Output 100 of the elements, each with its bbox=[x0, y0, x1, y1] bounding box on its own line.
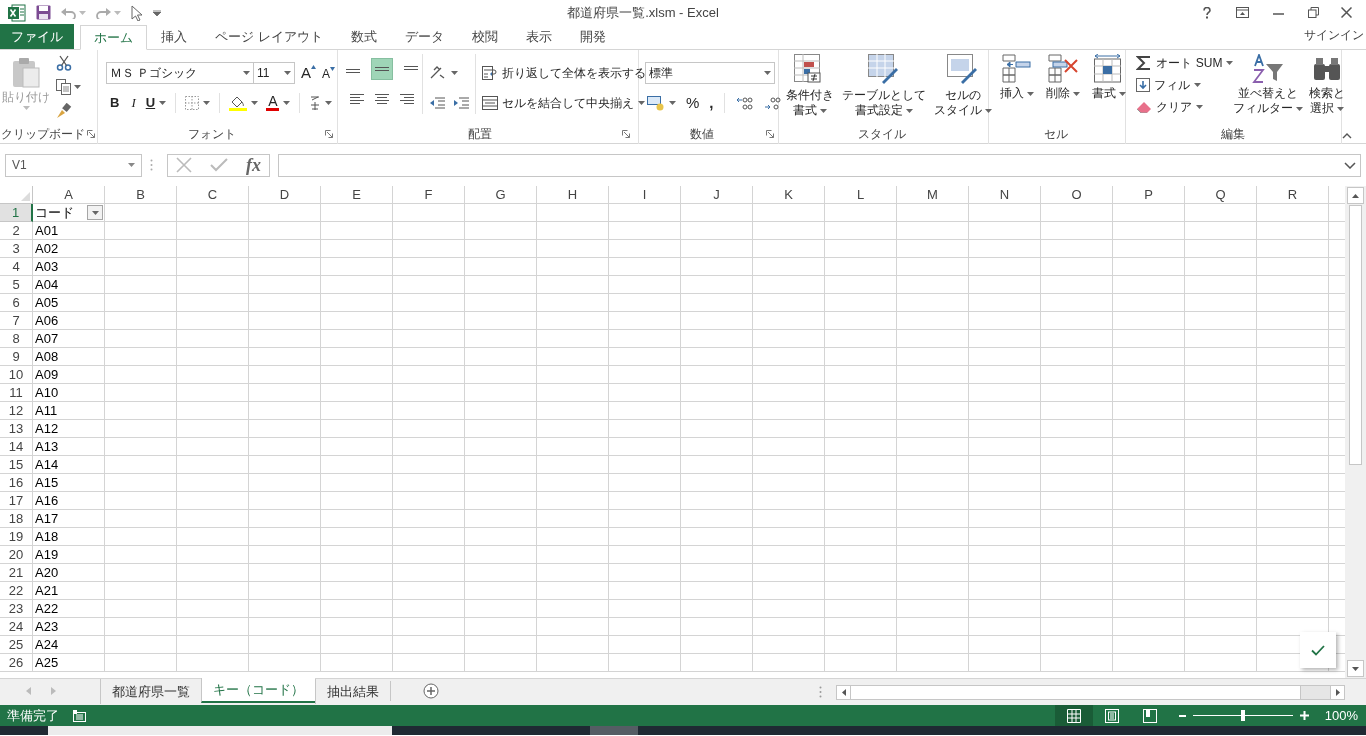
scroll-up-button[interactable] bbox=[1347, 187, 1364, 204]
sign-in-link[interactable]: サインイン bbox=[1304, 25, 1366, 44]
shrink-font-button[interactable]: A bbox=[322, 67, 336, 81]
taskbar-button[interactable] bbox=[590, 726, 638, 735]
column-header[interactable]: E bbox=[321, 186, 393, 204]
row-header[interactable]: 21 bbox=[0, 564, 33, 582]
font-size-field[interactable]: 11 bbox=[253, 62, 295, 84]
scroll-left-button[interactable] bbox=[837, 686, 851, 699]
customize-button[interactable] bbox=[153, 9, 161, 16]
row-header[interactable]: 23 bbox=[0, 600, 33, 618]
bold-button[interactable]: B bbox=[106, 93, 124, 113]
percent-button[interactable]: % bbox=[683, 92, 702, 115]
next-sheet-button[interactable] bbox=[51, 687, 56, 695]
zoom-in-button[interactable] bbox=[1297, 708, 1311, 723]
row-header[interactable]: 12 bbox=[0, 402, 33, 420]
previous-sheet-button[interactable] bbox=[26, 687, 31, 695]
row-header[interactable]: 17 bbox=[0, 492, 33, 510]
undo-button[interactable] bbox=[61, 6, 86, 19]
find-select-button[interactable]: 検索と 選択 bbox=[1306, 50, 1349, 116]
enter-button[interactable] bbox=[210, 158, 228, 172]
row-header[interactable]: 9 bbox=[0, 348, 33, 366]
italic-button[interactable]: I bbox=[127, 93, 140, 113]
column-header[interactable]: I bbox=[609, 186, 681, 204]
quick-analysis-toast[interactable] bbox=[1300, 632, 1336, 668]
cells-button[interactable]: 削除 bbox=[1042, 50, 1083, 101]
number-format-field[interactable]: 標準 bbox=[644, 62, 775, 84]
column-header[interactable]: B bbox=[105, 186, 177, 204]
style-button[interactable]: 条件付き 書式 bbox=[782, 50, 837, 118]
row-header[interactable]: 20 bbox=[0, 546, 33, 564]
column-header[interactable]: J bbox=[681, 186, 753, 204]
style-button[interactable]: テーブルとして 書式設定 bbox=[838, 50, 929, 118]
row-header[interactable]: 26 bbox=[0, 654, 33, 672]
ribbon-tab[interactable]: 数式 bbox=[336, 24, 391, 49]
row-header[interactable]: 19 bbox=[0, 528, 33, 546]
ribbon-tab[interactable]: 挿入 bbox=[147, 24, 201, 49]
column-header[interactable]: L bbox=[825, 186, 897, 204]
redo-button[interactable] bbox=[96, 6, 121, 19]
row-header[interactable]: 10 bbox=[0, 366, 33, 384]
cells-button[interactable]: 書式 bbox=[1088, 50, 1129, 101]
cancel-button[interactable] bbox=[176, 157, 192, 173]
cells-button[interactable]: 挿入 bbox=[996, 50, 1037, 101]
column-header[interactable]: M bbox=[897, 186, 969, 204]
vertical-scrollbar[interactable] bbox=[1345, 186, 1366, 678]
row-header[interactable]: 18 bbox=[0, 510, 33, 528]
slider-thumb[interactable] bbox=[1240, 710, 1245, 721]
scroll-right-button[interactable] bbox=[1330, 686, 1344, 699]
row-header[interactable]: 16 bbox=[0, 474, 33, 492]
row-header[interactable]: 5 bbox=[0, 276, 33, 294]
row-header[interactable]: 8 bbox=[0, 330, 33, 348]
scrollbar-thumb[interactable] bbox=[1349, 205, 1362, 465]
row-header[interactable]: 24 bbox=[0, 618, 33, 636]
row-header[interactable]: 14 bbox=[0, 438, 33, 456]
insert-function-button[interactable]: fx bbox=[246, 155, 261, 175]
scroll-down-button[interactable] bbox=[1347, 660, 1364, 677]
new-sheet-button[interactable] bbox=[423, 683, 439, 699]
formula-field[interactable] bbox=[278, 153, 1361, 177]
row-header[interactable]: 13 bbox=[0, 420, 33, 438]
taskbar-window[interactable] bbox=[48, 726, 392, 735]
style-button[interactable]: セルの スタイル bbox=[930, 50, 995, 118]
ribbon-tab[interactable]: 開発 bbox=[565, 24, 620, 49]
autosum-button[interactable]: オート SUM bbox=[1134, 52, 1231, 74]
pointer-button[interactable] bbox=[131, 4, 143, 21]
column-header[interactable]: A bbox=[33, 186, 105, 204]
row-header[interactable]: 4 bbox=[0, 258, 33, 276]
column-header[interactable]: C bbox=[177, 186, 249, 204]
copy-button[interactable] bbox=[54, 76, 83, 98]
font-name-field[interactable]: ＭＳ Ｐゴシック bbox=[106, 62, 254, 84]
row-header[interactable]: 7 bbox=[0, 312, 33, 330]
file-tab[interactable]: ファイル bbox=[0, 24, 74, 49]
collapse-ribbon-button[interactable] bbox=[1342, 133, 1352, 139]
column-header[interactable]: K bbox=[753, 186, 825, 204]
column-header[interactable]: O bbox=[1041, 186, 1113, 204]
column-header[interactable]: D bbox=[249, 186, 321, 204]
row-header[interactable]: 3 bbox=[0, 240, 33, 258]
row-header[interactable]: 15 bbox=[0, 456, 33, 474]
ribbon-tab[interactable]: ページ レイアウト bbox=[201, 24, 337, 49]
column-header[interactable]: G bbox=[465, 186, 537, 204]
sheet-tab[interactable]: キー（コード） bbox=[201, 678, 315, 703]
column-header[interactable]: F bbox=[393, 186, 465, 204]
filter-dropdown-button[interactable] bbox=[87, 205, 103, 220]
comma-button[interactable]: , bbox=[707, 92, 716, 115]
row-header[interactable]: 1 bbox=[0, 204, 33, 222]
ribbon-tab[interactable]: 校閲 bbox=[457, 24, 512, 49]
row-header[interactable]: 22 bbox=[0, 582, 33, 600]
view-button[interactable] bbox=[1054, 705, 1093, 726]
scrollbar-thumb[interactable] bbox=[851, 686, 1301, 699]
horizontal-scrollbar[interactable] bbox=[836, 685, 1345, 700]
row-header[interactable]: 6 bbox=[0, 294, 33, 312]
row-header[interactable]: 25 bbox=[0, 636, 33, 654]
font-color-button[interactable]: A bbox=[264, 92, 293, 114]
zoom-slider[interactable] bbox=[1192, 710, 1293, 721]
underline-button[interactable]: U bbox=[143, 93, 169, 113]
align-button[interactable] bbox=[371, 58, 394, 80]
column-header[interactable]: H bbox=[537, 186, 609, 204]
merge-center-button[interactable]: セルを結合して中央揃え bbox=[480, 92, 649, 114]
sort-filter-button[interactable]: 並べ替えと フィルター bbox=[1230, 50, 1307, 116]
row-header[interactable]: 11 bbox=[0, 384, 33, 402]
column-header[interactable]: Q bbox=[1185, 186, 1257, 204]
fill-button[interactable]: フィル bbox=[1134, 74, 1231, 96]
grow-font-button[interactable]: A bbox=[301, 65, 316, 81]
